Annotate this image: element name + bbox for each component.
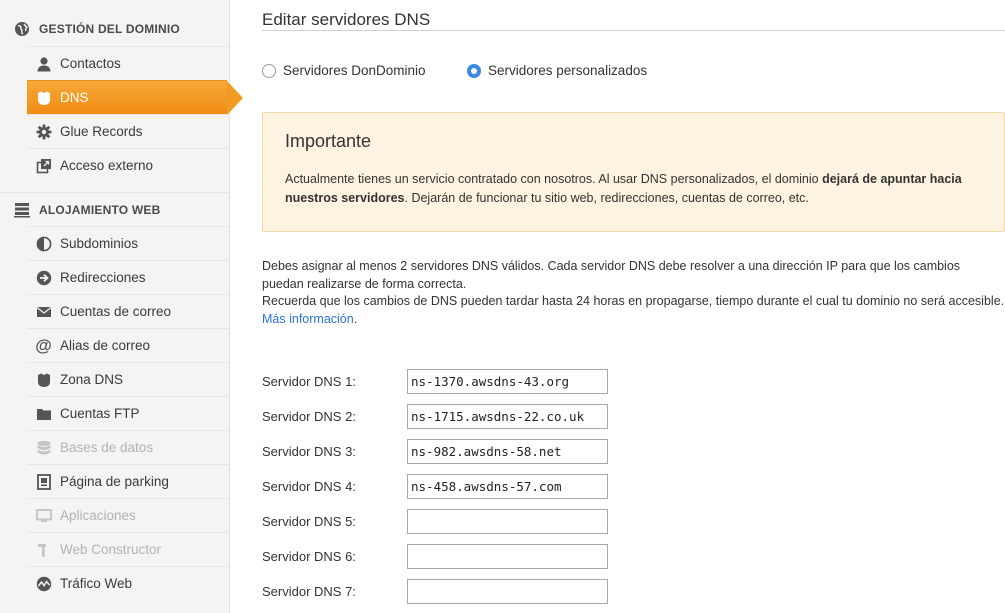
at-icon: @ xyxy=(35,335,52,355)
sidebar-item-cuentas-de-correo[interactable]: Cuentas de correo xyxy=(27,294,230,328)
sidebar-item-label: Tráfico Web xyxy=(60,576,133,591)
sidebar-item-label: Página de parking xyxy=(60,474,169,489)
dns-row-3: Servidor DNS 3: xyxy=(262,439,662,464)
info-line-2-text: Recuerda que los cambios de DNS pueden t… xyxy=(262,294,1005,308)
section-domain-management: GESTIÓN DEL DOMINIO xyxy=(0,12,230,46)
dns-label-5: Servidor DNS 5: xyxy=(262,514,356,529)
dns-label-6: Servidor DNS 6: xyxy=(262,549,356,564)
dns-row-6: Servidor DNS 6: xyxy=(262,544,662,569)
hammer-icon xyxy=(35,541,52,558)
dns-row-2: Servidor DNS 2: xyxy=(262,404,662,429)
sidebar-item-label: Redirecciones xyxy=(60,270,146,285)
info-line-2: Recuerda que los cambios de DNS pueden t… xyxy=(262,293,1005,328)
user-icon xyxy=(35,55,52,72)
arrow-circle-icon xyxy=(35,269,52,286)
sidebar-item-contactos[interactable]: Contactos xyxy=(27,46,230,80)
dns-row-5: Servidor DNS 5: xyxy=(262,509,662,534)
sidebar-item-subdominios[interactable]: Subdominios xyxy=(27,226,230,260)
database-icon xyxy=(35,439,52,456)
document-icon xyxy=(35,473,52,490)
section-domain-title: GESTIÓN DEL DOMINIO xyxy=(39,22,180,36)
sidebar-item-glue-records[interactable]: Glue Records xyxy=(27,114,230,148)
dns-label-3: Servidor DNS 3: xyxy=(262,444,356,459)
dns-row-1: Servidor DNS 1: xyxy=(262,369,662,394)
gear-icon xyxy=(35,123,52,140)
half-circle-icon xyxy=(35,235,52,252)
folder-icon xyxy=(35,405,52,422)
dns-info-text: Debes asignar al menos 2 servidores DNS … xyxy=(262,258,1005,328)
dns-server-2-input[interactable] xyxy=(407,404,608,429)
sidebar-item-label: Acceso externo xyxy=(60,158,154,173)
sidebar-item-label: Alias de correo xyxy=(60,338,151,353)
pulse-icon xyxy=(35,575,52,592)
radio-button-checked[interactable] xyxy=(467,63,481,78)
title-divider xyxy=(262,30,1005,31)
globe-icon xyxy=(14,21,30,37)
main-content: Editar servidores DNS Servidores DonDomi… xyxy=(262,0,1005,613)
dns-server-1-input[interactable] xyxy=(407,369,608,394)
section-hosting-title: ALOJAMIENTO WEB xyxy=(39,202,161,217)
radio-button[interactable] xyxy=(262,63,276,78)
info-line-1: Debes asignar al menos 2 servidores DNS … xyxy=(262,259,961,291)
notice-text: Actualmente tienes un servicio contratad… xyxy=(285,170,982,208)
page-title: Editar servidores DNS xyxy=(262,10,431,29)
server-icon xyxy=(14,202,30,218)
dns-server-3-input[interactable] xyxy=(407,439,608,464)
important-notice: Importante Actualmente tienes un servici… xyxy=(262,112,1005,232)
sidebar-item-label: Glue Records xyxy=(60,124,143,139)
sidebar-item-label: Zona DNS xyxy=(60,372,124,387)
sidebar-item-redirecciones[interactable]: Redirecciones xyxy=(27,260,230,294)
shield-icon xyxy=(35,371,52,388)
info-line-2-suffix: . xyxy=(353,311,358,326)
sidebar-item-pagina-de-parking[interactable]: Página de parking xyxy=(27,464,230,498)
dns-server-6-input[interactable] xyxy=(407,544,608,569)
sidebar-item-dns[interactable]: DNS xyxy=(27,80,243,115)
sidebar-item-label: Bases de datos xyxy=(60,440,154,455)
sidebar-item-label: Cuentas FTP xyxy=(60,406,140,421)
dns-label-4: Servidor DNS 4: xyxy=(262,479,356,494)
sidebar-item-label: Web Constructor xyxy=(60,542,162,557)
envelope-icon xyxy=(35,303,52,320)
sidebar-item-aplicaciones: Aplicaciones xyxy=(27,498,230,532)
radio-dondominio-servers[interactable]: Servidores DonDominio xyxy=(262,63,426,78)
sidebar-item-label: Contactos xyxy=(60,56,121,71)
dns-row-7: Servidor DNS 7: xyxy=(262,579,662,604)
more-info-link[interactable]: Más información xyxy=(262,312,354,326)
radio-label: Servidores personalizados xyxy=(488,63,648,78)
section-web-hosting: ALOJAMIENTO WEB xyxy=(0,192,230,226)
sidebar-item-cuentas-ftp[interactable]: Cuentas FTP xyxy=(27,396,230,430)
sidebar-item-label: Cuentas de correo xyxy=(60,304,172,319)
dns-label-2: Servidor DNS 2: xyxy=(262,409,356,424)
sidebar-item-label: Subdominios xyxy=(60,236,139,251)
radio-label: Servidores DonDominio xyxy=(283,63,426,78)
dns-label-1: Servidor DNS 1: xyxy=(262,374,356,389)
sidebar-item-label: Aplicaciones xyxy=(60,508,136,523)
radio-custom-servers[interactable]: Servidores personalizados xyxy=(467,63,647,78)
dns-server-7-input[interactable] xyxy=(407,579,608,604)
notice-title: Importante xyxy=(285,131,372,151)
dns-label-7: Servidor DNS 7: xyxy=(262,584,356,599)
dns-server-5-input[interactable] xyxy=(407,509,608,534)
monitor-icon xyxy=(35,507,52,524)
sidebar-item-alias-de-correo[interactable]: @ Alias de correo xyxy=(27,328,230,362)
sidebar-item-label: DNS xyxy=(60,90,89,105)
dns-server-4-input[interactable] xyxy=(407,474,608,499)
notice-text-start: Actualmente tienes un servicio contratad… xyxy=(285,172,823,186)
external-link-icon xyxy=(35,157,52,174)
sidebar: GESTIÓN DEL DOMINIO Contactos DNS Glue R… xyxy=(0,0,243,613)
sidebar-item-web-constructor: Web Constructor xyxy=(27,532,230,566)
sidebar-item-trafico-web[interactable]: Tráfico Web xyxy=(27,566,230,600)
sidebar-item-zona-dns[interactable]: Zona DNS xyxy=(27,362,230,396)
sidebar-item-bases-de-datos: Bases de datos xyxy=(27,430,230,464)
notice-text-end: . Dejarán de funcionar tu sitio web, red… xyxy=(404,191,809,205)
sidebar-item-acceso-externo[interactable]: Acceso externo xyxy=(27,148,230,182)
dns-row-4: Servidor DNS 4: xyxy=(262,474,662,499)
shield-icon xyxy=(35,89,52,106)
